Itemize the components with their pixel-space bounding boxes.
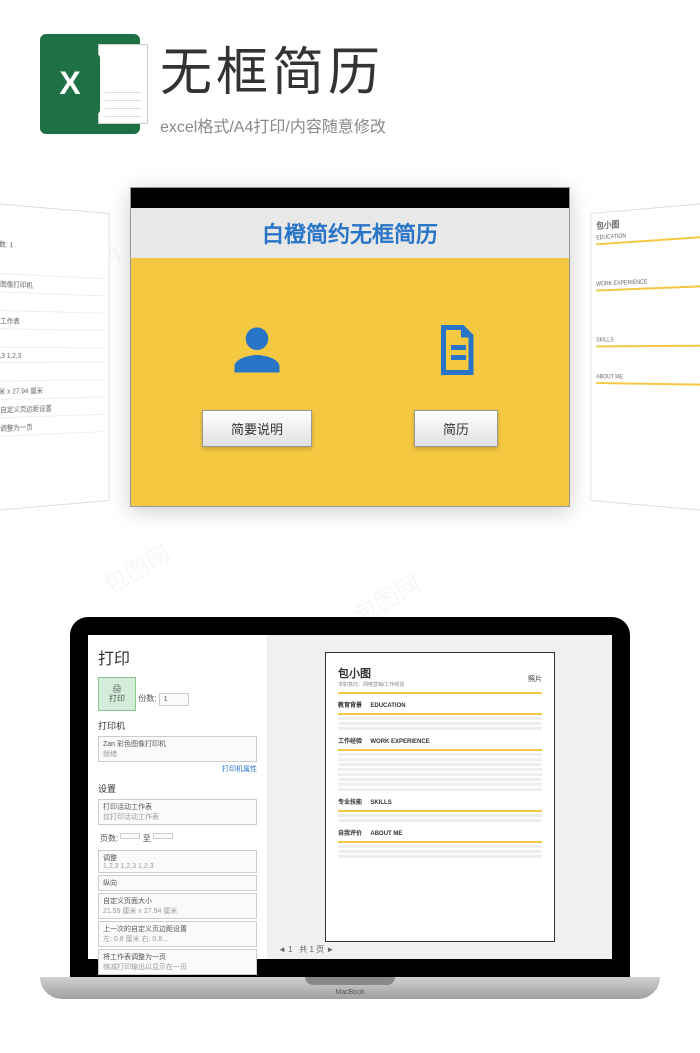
print-what-select[interactable]: 打印活动工作表 仅打印活动工作表 bbox=[98, 799, 257, 825]
resume-name: 包小图 bbox=[338, 665, 542, 681]
showcase: 打印 打印 份数: 1 打印机 Zan 彩色图像打印机 设置 打印活动工作表 调… bbox=[0, 187, 700, 557]
margins-select[interactable]: 上一次的自定义页边距设置 左: 0.8 厘米 右: 0.8... bbox=[98, 921, 257, 947]
document-preview: 包小图 求职意向：网络营销/工作经验 照片 教育背景 EDUCATION 工作经… bbox=[325, 652, 555, 942]
photo-placeholder: 照片 bbox=[528, 674, 542, 684]
brief-button[interactable]: 简要说明 bbox=[202, 410, 312, 447]
document-icon bbox=[426, 320, 486, 380]
printer-select[interactable]: Zan 彩色图像打印机 就绪 bbox=[98, 736, 257, 762]
pager[interactable]: ◄ 1 共 1 页 ► bbox=[278, 944, 334, 955]
page-from[interactable] bbox=[120, 833, 140, 839]
copies-label: 份数: bbox=[138, 694, 156, 703]
paper-select[interactable]: 自定义页面大小 21.59 厘米 x 27.94 厘米 bbox=[98, 893, 257, 919]
printer-props-link[interactable]: 打印机属性 bbox=[98, 764, 257, 774]
laptop-brand: MacBook bbox=[335, 989, 364, 996]
page-to[interactable] bbox=[153, 833, 173, 839]
person-icon bbox=[227, 320, 287, 380]
template-title: 白橙简约无框简历 bbox=[131, 208, 569, 258]
resume-thumb: 照片 包小图 EDUCATION WORK EXPERIENCE SKILLS … bbox=[590, 200, 700, 513]
scaling-select[interactable]: 将工作表调整为一页 缩减打印输出以显示在一页 bbox=[98, 949, 257, 975]
print-panel-thumb: 打印 打印 份数: 1 打印机 Zan 彩色图像打印机 设置 打印活动工作表 调… bbox=[0, 200, 110, 513]
template-card: 白橙简约无框简历 简要说明 简历 bbox=[130, 187, 570, 507]
copies-input[interactable]: 1 bbox=[159, 693, 189, 706]
header: X 无框简历 excel格式/A4打印/内容随意修改 bbox=[0, 0, 700, 157]
preview-area: 包小图 求职意向：网络营销/工作经验 照片 教育背景 EDUCATION 工作经… bbox=[268, 635, 612, 959]
page-title: 无框简历 bbox=[160, 30, 386, 105]
page-subtitle: excel格式/A4打印/内容随意修改 bbox=[160, 113, 386, 137]
print-button[interactable]: 🖨 打印 bbox=[98, 677, 136, 711]
laptop-mockup: 打印 🖨 打印 份数: 1 打印机 Zan 彩色图像打印机 就绪 bbox=[0, 617, 700, 999]
orientation-select[interactable]: 纵向 bbox=[98, 875, 257, 891]
collate-select[interactable]: 调整 1,2,3 1,2,3 1,2,3 bbox=[98, 850, 257, 873]
settings-section: 设置 bbox=[98, 782, 257, 795]
print-sidebar: 打印 🖨 打印 份数: 1 打印机 Zan 彩色图像打印机 就绪 bbox=[88, 635, 268, 959]
excel-icon: X bbox=[40, 34, 140, 134]
print-heading: 打印 bbox=[98, 645, 257, 669]
printer-section: 打印机 bbox=[98, 719, 257, 732]
resume-button[interactable]: 简历 bbox=[414, 410, 498, 447]
